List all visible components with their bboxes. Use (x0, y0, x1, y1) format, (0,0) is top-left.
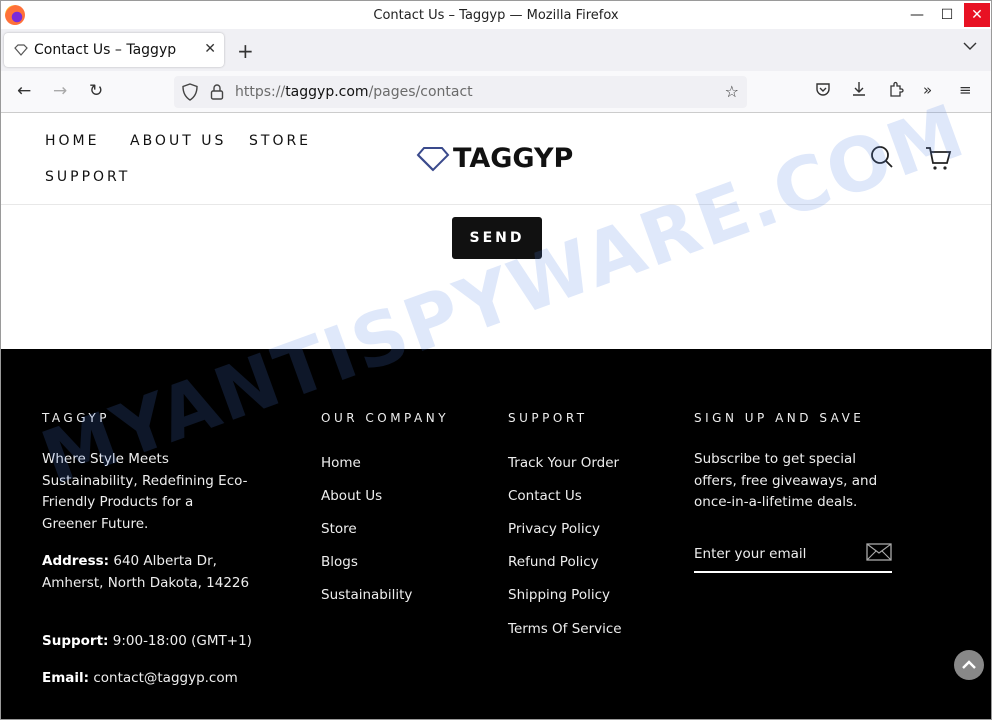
signup-description: Subscribe to get special offers, free gi… (694, 451, 878, 510)
footer-email: Email: contact@taggyp.com (42, 668, 282, 690)
reload-button[interactable]: ↻ (89, 81, 103, 101)
footer-link-refund-policy[interactable]: Refund Policy (508, 554, 599, 570)
email-link[interactable]: contact@taggyp.com (93, 670, 237, 686)
footer-link-track-order[interactable]: Track Your Order (508, 455, 619, 471)
pocket-icon[interactable] (815, 81, 831, 101)
newsletter-email-input[interactable] (694, 537, 892, 573)
browser-window: Contact Us – Taggyp — Mozilla Firefox — … (0, 0, 992, 720)
footer-tagline: Where Style Meets Sustainability, Redefi… (42, 451, 248, 532)
footer-link-privacy-policy[interactable]: Privacy Policy (508, 521, 600, 537)
extensions-puzzle-icon[interactable] (888, 81, 904, 101)
footer-link-store[interactable]: Store (321, 521, 357, 537)
site-footer: TAGGYP Where Style Meets Sustainability,… (1, 349, 991, 719)
url-text[interactable]: https://taggyp.com/pages/contact (235, 84, 473, 100)
navigation-toolbar: ← → ↻ https://taggyp.com/pages/contact ☆… (1, 71, 991, 113)
maximize-button[interactable]: ☐ (934, 3, 960, 27)
download-icon[interactable] (851, 81, 867, 101)
footer-link-home[interactable]: Home (321, 455, 361, 471)
shield-icon[interactable] (182, 83, 198, 105)
new-tab-button[interactable]: + (237, 39, 254, 63)
email-label: Email: (42, 670, 90, 686)
diamond-heart-logo-icon (416, 146, 450, 171)
nav-home[interactable]: HOME (45, 133, 99, 149)
url-bar[interactable]: https://taggyp.com/pages/contact ☆ (174, 76, 747, 108)
nav-support[interactable]: SUPPORT (45, 169, 130, 185)
search-icon[interactable] (870, 145, 894, 175)
footer-link-shipping-policy[interactable]: Shipping Policy (508, 587, 610, 603)
contact-form-area: SEND (1, 206, 991, 349)
address-line2: Amherst, North Dakota, 14226 (42, 574, 250, 591)
close-tab-icon[interactable]: ✕ (204, 41, 216, 57)
back-button[interactable]: ← (17, 81, 31, 101)
logo-text: TAGGYP (453, 143, 574, 174)
footer-support-heading: SUPPORT (508, 411, 588, 425)
bookmark-star-icon[interactable]: ☆ (725, 82, 739, 101)
support-value: 9:00-18:00 (GMT+1) (112, 633, 252, 649)
footer-link-about-us[interactable]: About Us (321, 488, 382, 504)
footer-support-hours: Support: 9:00-18:00 (GMT+1) (42, 631, 282, 653)
footer-company-heading: OUR COMPANY (321, 411, 450, 425)
address-line1: 640 Alberta Dr, (113, 553, 217, 569)
footer-link-blogs[interactable]: Blogs (321, 554, 358, 570)
nav-store[interactable]: STORE (249, 133, 311, 149)
scroll-to-top-button[interactable] (954, 650, 984, 680)
footer-address: Address: 640 Alberta Dr, Amherst, North … (42, 551, 282, 594)
hamburger-menu-icon[interactable]: ≡ (959, 81, 972, 99)
close-window-button[interactable]: ✕ (964, 3, 990, 27)
envelope-submit-icon[interactable] (866, 543, 892, 565)
footer-brand-heading: TAGGYP (42, 411, 110, 425)
tab-label: Contact Us – Taggyp (34, 42, 177, 58)
footer-signup-heading: SIGN UP AND SAVE (694, 411, 865, 425)
tab-bar: Contact Us – Taggyp ✕ + (1, 29, 991, 71)
address-label: Address: (42, 553, 110, 569)
lock-icon[interactable] (210, 83, 224, 105)
tab-contact-us[interactable]: Contact Us – Taggyp ✕ (4, 33, 224, 67)
support-label: Support: (42, 633, 109, 649)
footer-link-contact-us[interactable]: Contact Us (508, 488, 582, 504)
window-title: Contact Us – Taggyp — Mozilla Firefox (373, 8, 619, 23)
diamond-heart-icon (14, 43, 28, 57)
nav-about-us[interactable]: ABOUT US (130, 133, 226, 149)
list-all-tabs-chevron-down-icon[interactable] (963, 39, 977, 55)
chevron-up-icon (962, 660, 976, 669)
send-button[interactable]: SEND (452, 217, 542, 259)
forward-button[interactable]: → (53, 81, 67, 101)
site-logo[interactable]: TAGGYP (416, 143, 573, 174)
footer-link-terms-of-service[interactable]: Terms Of Service (508, 621, 622, 637)
footer-link-sustainability[interactable]: Sustainability (321, 587, 412, 603)
overflow-menu-icon[interactable]: » (923, 81, 932, 99)
minimize-button[interactable]: — (904, 3, 930, 27)
title-bar: Contact Us – Taggyp — Mozilla Firefox — … (1, 1, 991, 29)
site-header: HOME ABOUT US STORE SUPPORT TAGGYP (1, 113, 991, 205)
cart-icon[interactable] (925, 145, 953, 175)
